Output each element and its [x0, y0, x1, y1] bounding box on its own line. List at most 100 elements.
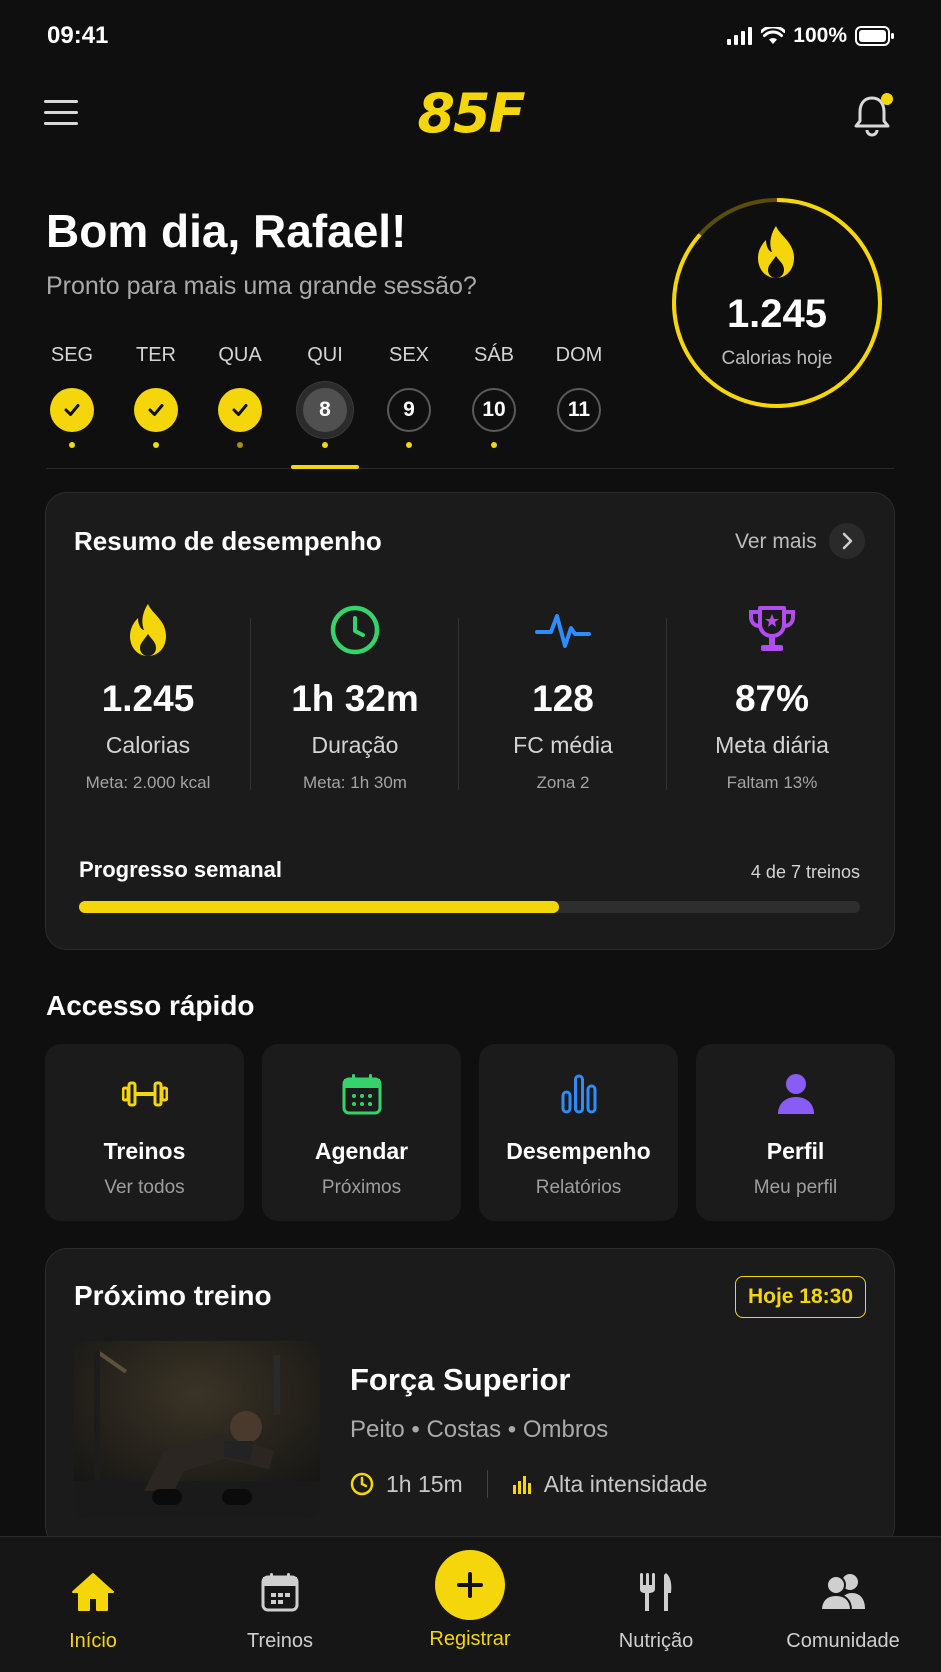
- user-icon: [777, 1074, 814, 1114]
- quick-access-perfil[interactable]: Perfil Meu perfil: [696, 1044, 895, 1221]
- greeting-title: Bom dia, Rafael!: [46, 205, 407, 257]
- nav-nutricao[interactable]: Nutrição: [576, 1568, 736, 1653]
- quick-access-sub: Relatórios: [535, 1177, 622, 1198]
- status-time: 09:41: [47, 22, 109, 49]
- users-icon: [820, 1574, 865, 1611]
- nav-comunidade[interactable]: Comunidade: [763, 1568, 923, 1653]
- stat-label: Duração: [311, 732, 399, 758]
- stat-sub: Faltam 13%: [726, 773, 818, 792]
- day-dot: [406, 442, 412, 448]
- day-dot: [237, 442, 243, 448]
- status-icons: 100%: [727, 24, 895, 48]
- calendar-icon: [261, 1573, 299, 1612]
- signal-icon: [727, 27, 753, 45]
- day-dom[interactable]: DOM 11: [537, 344, 621, 432]
- next-workout-time-badge: Hoje 18:30: [735, 1276, 866, 1318]
- workout-photo: [74, 1341, 320, 1517]
- next-workout-title: Próximo treino: [74, 1280, 272, 1311]
- stat-heart-rate: 128 FC média Zona 2: [459, 600, 667, 793]
- quick-access-agendar[interactable]: Agendar Próximos: [262, 1044, 461, 1221]
- check-icon: [232, 404, 248, 416]
- stat-duration: 1h 32m Duração Meta: 1h 30m: [251, 600, 459, 793]
- see-more-button[interactable]: [829, 523, 865, 559]
- quick-access-sub: Ver todos: [104, 1177, 185, 1198]
- workout-intensity: Alta intensidade: [543, 1470, 708, 1497]
- quick-access-title: Accesso rápido: [46, 990, 255, 1021]
- day-name: SEX: [388, 344, 430, 366]
- nav-label: Início: [69, 1630, 117, 1652]
- chevron-right-icon: [842, 532, 853, 550]
- stat-value: 1.245: [101, 678, 195, 719]
- performance-title: Resumo de desempenho: [74, 526, 382, 556]
- day-sab[interactable]: SÁB 10: [452, 344, 536, 448]
- quick-access-title: Treinos: [103, 1138, 186, 1164]
- day-dot: [69, 442, 75, 448]
- workout-muscle-groups: Peito • Costas • Ombros: [350, 1416, 609, 1443]
- nav-label: Comunidade: [786, 1630, 900, 1652]
- day-sex[interactable]: SEX 9: [367, 344, 451, 448]
- day-number: 9: [387, 388, 431, 432]
- nav-label: Treinos: [247, 1630, 313, 1652]
- day-done-badge: [218, 388, 262, 432]
- day-qui[interactable]: QUI 8: [283, 344, 367, 448]
- nav-inicio[interactable]: Início: [13, 1568, 173, 1653]
- notifications-button[interactable]: [852, 88, 896, 138]
- day-dot: [153, 442, 159, 448]
- day-dot: [491, 442, 497, 448]
- quick-access-desempenho[interactable]: Desempenho Relatórios: [479, 1044, 678, 1221]
- flame-icon: [758, 226, 794, 278]
- quick-access-title: Desempenho: [506, 1138, 651, 1164]
- stat-value: 87%: [734, 678, 810, 719]
- clock-icon: [330, 605, 380, 655]
- greeting-subtitle: Pronto para mais uma grande sessão?: [46, 272, 477, 300]
- day-name: SÁB: [473, 344, 515, 366]
- home-icon: [72, 1573, 114, 1611]
- calendar-icon: [342, 1074, 381, 1115]
- plus-icon: [457, 1572, 483, 1598]
- quick-access-title: Perfil: [766, 1138, 825, 1164]
- trophy-icon: [749, 606, 795, 651]
- battery-percent: 100%: [793, 24, 847, 47]
- stat-value: 128: [532, 678, 594, 719]
- dumbbell-icon: [121, 1081, 168, 1107]
- meta-divider: [486, 1470, 488, 1498]
- wifi-icon: [761, 27, 786, 44]
- stat-label: FC média: [513, 732, 613, 758]
- quick-access-treinos[interactable]: Treinos Ver todos: [45, 1044, 244, 1221]
- flame-icon: [130, 604, 166, 656]
- stat-label: Meta diária: [715, 732, 829, 758]
- calories-today-value: 1.245: [726, 292, 828, 336]
- clock-icon: [350, 1472, 374, 1496]
- weekly-progress-title: Progresso semanal: [79, 857, 282, 882]
- nav-treinos[interactable]: Treinos: [200, 1568, 360, 1653]
- nav-label: Nutrição: [618, 1630, 694, 1652]
- day-seg[interactable]: SEG: [30, 344, 114, 448]
- nav-registrar-label[interactable]: Registrar: [390, 1628, 550, 1651]
- day-number: 11: [557, 388, 601, 432]
- stat-divider: [666, 618, 667, 790]
- quick-access-title: Agendar: [314, 1138, 409, 1164]
- quick-access-sub: Próximos: [321, 1177, 402, 1198]
- day-name: QUI: [307, 344, 343, 366]
- calories-today-label: Calorias hoje: [721, 348, 833, 369]
- day-number: 10: [472, 388, 516, 432]
- stat-daily-goal: 87% Meta diária Faltam 13%: [668, 600, 876, 793]
- nav-registrar-button[interactable]: [435, 1550, 505, 1620]
- day-dot: [322, 442, 328, 448]
- day-qua[interactable]: QUA: [198, 344, 282, 448]
- quick-access-sub: Meu perfil: [753, 1177, 838, 1198]
- stat-sub: Meta: 2.000 kcal: [85, 773, 211, 792]
- battery-icon: [855, 26, 894, 46]
- day-name: TER: [136, 344, 176, 366]
- check-icon: [148, 404, 164, 416]
- bell-icon: [854, 93, 893, 137]
- workout-name: Força Superior: [350, 1362, 571, 1397]
- day-name: DOM: [555, 344, 603, 366]
- fork-knife-icon: [640, 1573, 672, 1611]
- app-logo: 85F: [417, 82, 525, 145]
- stat-sub: Meta: 1h 30m: [303, 773, 407, 792]
- weekly-progress-fill: [79, 901, 560, 913]
- stat-sub: Zona 2: [536, 773, 590, 792]
- day-ter[interactable]: TER: [114, 344, 198, 448]
- see-more-link[interactable]: Ver mais: [735, 530, 817, 554]
